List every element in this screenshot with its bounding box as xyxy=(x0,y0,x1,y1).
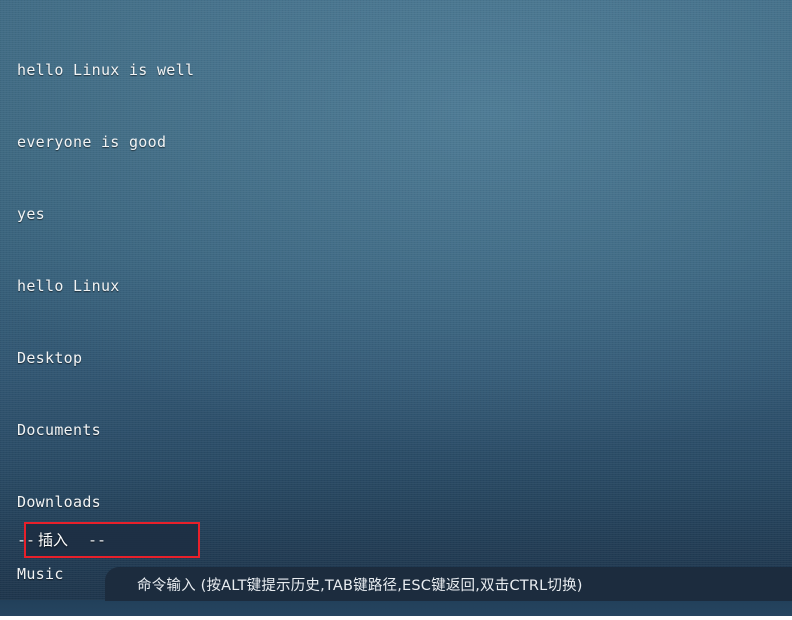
vim-mode-label: 插入 xyxy=(38,531,69,549)
taskbar-strip xyxy=(0,600,792,616)
desktop-screen: hello Linux is well everyone is good yes… xyxy=(0,0,792,620)
terminal-line: Documents xyxy=(17,421,101,439)
terminal-line: yes xyxy=(17,205,45,223)
terminal-line: Desktop xyxy=(17,349,83,367)
terminal-line: everyone is good xyxy=(17,133,167,151)
terminal-line: hello Linux xyxy=(17,277,120,295)
terminal-line: Downloads xyxy=(17,493,101,511)
status-dashes-leading: -- xyxy=(17,531,36,549)
screen-bottom-edge xyxy=(0,616,792,620)
status-dashes-trailing: -- xyxy=(88,531,107,549)
command-input-hint-text: 命令输入 (按ALT键提示历史,TAB键路径,ESC键返回,双击CTRL切换) xyxy=(137,577,583,594)
command-input-hint-bar[interactable]: 命令输入 (按ALT键提示历史,TAB键路径,ESC键返回,双击CTRL切换) xyxy=(105,567,792,601)
terminal-line: hello Linux is well xyxy=(17,61,195,79)
